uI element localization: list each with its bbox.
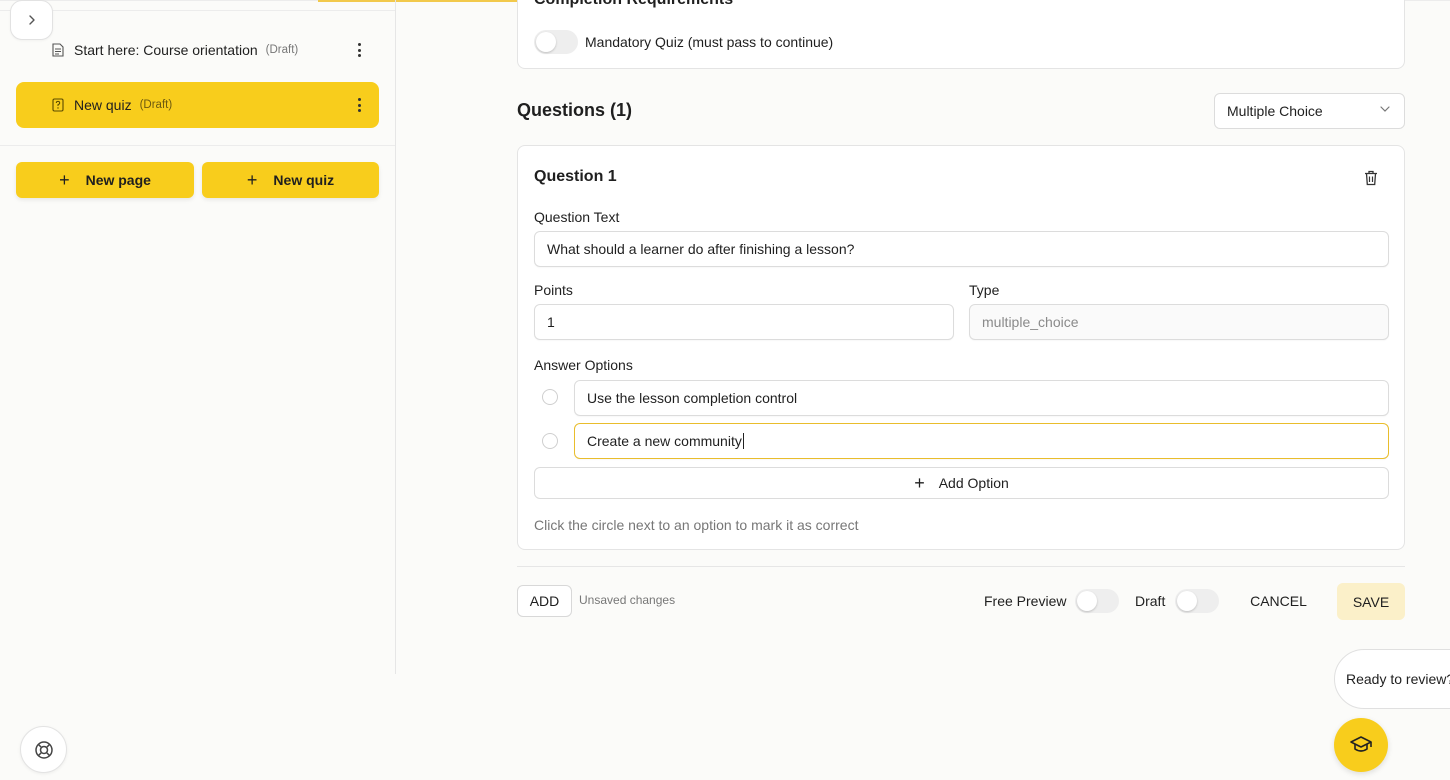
question-card: Question 1 Question Text What should a l… (517, 145, 1405, 550)
add-option-label: Add Option (938, 475, 1009, 491)
question-type-select[interactable]: Multiple Choice (1214, 93, 1405, 129)
free-preview-label: Free Preview (984, 593, 1067, 609)
sidebar-item-new-quiz[interactable]: New quiz (Draft) (16, 82, 379, 128)
more-options-icon[interactable] (357, 98, 361, 112)
answer-options-label: Answer Options (534, 357, 633, 373)
assistant-button[interactable] (1334, 718, 1388, 772)
quiz-icon (52, 98, 64, 112)
points-label: Points (534, 282, 573, 298)
question-text-label: Question Text (534, 209, 620, 225)
plus-icon: + (914, 473, 925, 493)
text-caret (742, 433, 744, 449)
type-label: Type (969, 282, 1000, 298)
type-input: multiple_choice (969, 304, 1389, 340)
sidebar-divider (0, 10, 395, 11)
draft-badge: (Draft) (139, 99, 173, 111)
completion-requirements-title: Completion Requirements (534, 0, 733, 9)
question-text-value: What should a learner do after finishing… (547, 241, 855, 257)
more-options-icon[interactable] (357, 43, 361, 57)
lifebuoy-icon (34, 740, 53, 759)
answer-option-input[interactable]: Use the lesson completion control (574, 380, 1389, 416)
draft-badge: (Draft) (265, 44, 299, 56)
completion-requirements-card: Completion Requirements Mandatory Quiz (… (517, 0, 1405, 69)
mandatory-quiz-toggle[interactable] (534, 30, 578, 54)
option-correct-radio[interactable] (542, 433, 558, 449)
type-value: multiple_choice (982, 314, 1079, 330)
answer-option-value: Create a new community (587, 433, 742, 449)
cancel-button[interactable]: CANCEL (1240, 585, 1317, 617)
review-prompt-bubble[interactable]: Ready to review? (1334, 649, 1450, 709)
plus-icon: + (59, 170, 70, 190)
new-page-button[interactable]: + New page (16, 162, 194, 198)
graduation-cap-icon (1350, 736, 1372, 752)
sidebar-item-label: New quiz (74, 97, 132, 113)
correct-answer-hint: Click the circle next to an option to ma… (534, 517, 859, 533)
trash-icon[interactable] (1364, 170, 1378, 186)
question-type-value: Multiple Choice (1227, 103, 1323, 119)
points-value: 1 (547, 314, 555, 330)
question-text-input[interactable]: What should a learner do after finishing… (534, 231, 1389, 267)
answer-option-input[interactable]: Create a new community (574, 423, 1389, 459)
answer-option-value: Use the lesson completion control (587, 390, 798, 406)
free-preview-toggle[interactable] (1075, 589, 1119, 613)
add-option-button[interactable]: + Add Option (534, 467, 1389, 499)
page-icon (52, 43, 64, 57)
new-page-label: New page (85, 172, 151, 188)
sidebar: Start here: Course orientation (Draft) N… (0, 0, 396, 674)
sidebar-divider (0, 145, 395, 146)
question-title: Question 1 (534, 168, 617, 185)
chevron-right-icon (28, 15, 35, 25)
review-prompt-text: Ready to review? (1346, 671, 1450, 687)
unsaved-changes-text: Unsaved changes (579, 593, 676, 607)
option-correct-radio[interactable] (542, 389, 558, 405)
new-quiz-label: New quiz (273, 172, 335, 188)
sidebar-item-label: Start here: Course orientation (74, 42, 258, 58)
footer-divider (517, 566, 1405, 567)
draft-toggle[interactable] (1175, 589, 1219, 613)
questions-heading: Questions (1) (517, 100, 633, 120)
help-button[interactable] (20, 726, 67, 773)
mandatory-quiz-label: Mandatory Quiz (must pass to continue) (585, 34, 834, 50)
chevron-down-icon (1380, 106, 1390, 112)
draft-label: Draft (1135, 593, 1166, 609)
new-quiz-button[interactable]: + New quiz (202, 162, 379, 198)
add-button[interactable]: ADD (517, 585, 572, 617)
points-input[interactable]: 1 (534, 304, 954, 340)
sidebar-item-course-orientation[interactable]: Start here: Course orientation (Draft) (16, 27, 379, 73)
save-button[interactable]: SAVE (1337, 583, 1405, 620)
plus-icon: + (246, 170, 258, 190)
